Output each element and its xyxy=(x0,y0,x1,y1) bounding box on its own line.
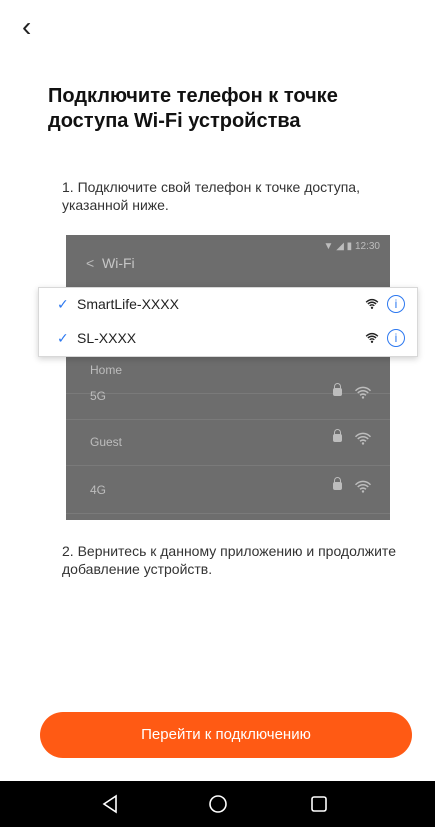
lock-icon xyxy=(333,477,342,490)
illustration-back-icon: < xyxy=(86,255,95,271)
back-button[interactable]: ‹ xyxy=(22,12,52,42)
instruction-step-2: 2. Вернитесь к данному приложению и прод… xyxy=(62,543,396,577)
status-time: 12:30 xyxy=(354,241,380,252)
chevron-left-icon: ‹ xyxy=(22,11,32,42)
status-bar: ▼ ◢ ▮ 12:30 xyxy=(324,241,381,252)
wifi-icon xyxy=(365,297,379,311)
network-name: 5G xyxy=(90,389,107,403)
circle-home-icon[interactable] xyxy=(205,791,231,817)
network-name: SmartLife-XXXX xyxy=(77,296,179,312)
wifi-icon xyxy=(354,430,372,448)
network-name: SL-XXXX xyxy=(77,330,137,346)
network-name: 4G xyxy=(90,483,107,497)
checkmark-icon: ✓ xyxy=(57,296,69,312)
network-row: Guest xyxy=(66,419,390,466)
wifi-icon xyxy=(354,478,372,496)
page-title: Подключите телефон к точке доступа Wi-Fi… xyxy=(48,85,338,132)
go-to-connection-button[interactable]: Перейти к подключению xyxy=(40,712,412,758)
network-item[interactable]: ✓ SL-XXXX i xyxy=(39,322,417,356)
network-row: 4G xyxy=(66,467,390,514)
wifi-illustration: ▼ ◢ ▮ 12:30 < Wi-Fi Home 5G Guest 4G xyxy=(66,235,390,520)
system-nav-bar xyxy=(0,781,435,827)
illustration-title: Wi-Fi xyxy=(102,255,135,271)
instruction-step-1: 1. Подключите свой телефон к точке досту… xyxy=(62,179,360,213)
highlighted-networks-card: ✓ SmartLife-XXXX i ✓ SL-XXXX i xyxy=(38,287,418,357)
checkmark-icon: ✓ xyxy=(57,330,69,346)
signal-status-icon: ◢ xyxy=(336,241,344,252)
battery-icon: ▮ xyxy=(346,241,353,252)
wifi-icon xyxy=(354,384,372,402)
network-row: 5G xyxy=(66,373,390,420)
wifi-status-icon: ▼ xyxy=(323,241,334,252)
info-icon[interactable]: i xyxy=(387,295,405,313)
network-name: Guest xyxy=(90,435,123,449)
triangle-back-icon[interactable] xyxy=(97,791,123,817)
square-recent-icon[interactable] xyxy=(306,791,332,817)
wifi-icon xyxy=(365,331,379,345)
network-item[interactable]: ✓ SmartLife-XXXX i xyxy=(39,288,417,322)
info-icon[interactable]: i xyxy=(387,329,405,347)
lock-icon xyxy=(333,429,342,442)
lock-icon xyxy=(333,383,342,396)
